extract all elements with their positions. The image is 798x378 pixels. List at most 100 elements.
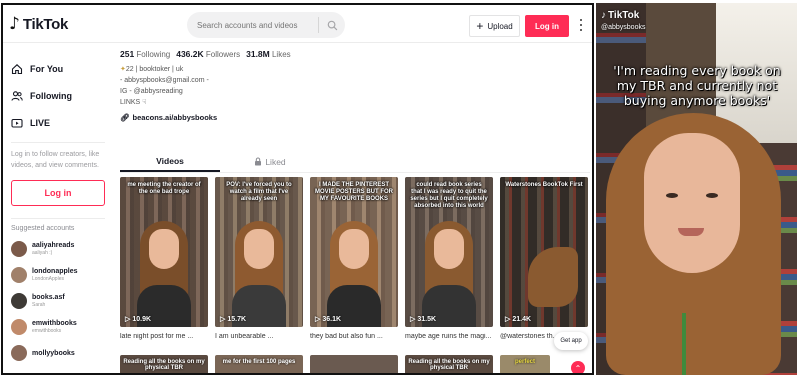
search-icon[interactable]	[319, 20, 345, 31]
video-thumbnail[interactable]: perfect	[500, 355, 550, 373]
suggested-account[interactable]: books.asf Sarah	[3, 288, 113, 314]
link-icon: 🔗︎	[120, 113, 130, 122]
video-overlay-text: me meeting the creator of the one bad tr…	[127, 182, 201, 195]
likes-stat: 31.8M Likes	[246, 49, 291, 59]
sidebar-divider	[11, 142, 105, 143]
view-count: ▷ 31.5K	[410, 315, 437, 324]
plus-icon: +	[476, 19, 484, 33]
account-sub: emwithbooks	[32, 328, 62, 334]
tiktok-logo[interactable]: ♪ TikTok	[9, 14, 68, 34]
more-options-icon[interactable]	[577, 17, 585, 33]
video-overlay-text: Waterstones BookTok First	[505, 182, 583, 188]
header-login-button[interactable]: Log in	[525, 15, 569, 37]
followers-stat: 436.2K Followers	[176, 49, 241, 59]
search-input[interactable]	[197, 20, 319, 30]
logo-text: TikTok	[22, 15, 69, 33]
nav-for-you[interactable]: For You	[3, 55, 113, 82]
account-name: mollyybooks	[32, 349, 75, 357]
sidebar-divider	[11, 218, 105, 219]
bio-line: IG - @abbysreading	[120, 88, 183, 95]
video-still-photo: ♪ TikTok @abbysbooks 'I'm reading every b…	[596, 3, 797, 375]
person-mouth	[678, 228, 704, 236]
scroll-top-icon[interactable]: ⌃	[571, 361, 585, 373]
tab-liked[interactable]: Liked	[220, 151, 320, 172]
nav-label: Following	[30, 90, 72, 101]
tabs-divider	[120, 172, 590, 173]
suggested-account[interactable]: aaliyahreads aaliyah :)	[3, 236, 113, 262]
video-thumbnail[interactable]: could read book series that I was ready …	[405, 177, 493, 327]
view-count: ▷ 15.7K	[220, 315, 247, 324]
profile-link-text: beacons.ai/abbysbooks	[132, 113, 218, 122]
lanyard	[682, 313, 686, 375]
account-name: emwithbooks	[32, 320, 77, 327]
top-bar: ♪ TikTok + Upload Log in	[3, 5, 592, 43]
account-sub: LondonApples	[32, 276, 64, 282]
profile-info: 251 Following 436.2K Followers 31.8M Lik…	[120, 49, 590, 122]
view-count: ▷ 21.4K	[505, 315, 532, 324]
bio-line: LINKS	[120, 99, 141, 106]
users-icon	[11, 90, 23, 101]
login-hint: Log in to follow creators, like videos, …	[11, 151, 100, 169]
tiktok-browser-screenshot: ♪ TikTok + Upload Log in For You Followi…	[1, 3, 594, 375]
tab-videos[interactable]: Videos	[120, 151, 220, 172]
suggested-account[interactable]: londonapples LondonApples	[3, 262, 113, 288]
nav-label: For You	[30, 63, 64, 74]
lock-icon	[255, 157, 262, 166]
sidebar: For You Following LIVE Log in to follow …	[3, 45, 113, 373]
video-thumbnail[interactable]: Reading all the books on my physical TBR	[405, 355, 493, 373]
account-name: londonapples	[32, 268, 78, 275]
suggested-account[interactable]: emwithbooks emwithbooks	[3, 314, 113, 340]
search-bar[interactable]	[187, 12, 345, 38]
account-name: aaliyahreads	[32, 242, 75, 249]
nav-following[interactable]: Following	[3, 82, 113, 109]
video-overlay-text: POV: I've forced you to watch a film tha…	[226, 182, 292, 202]
live-icon	[11, 118, 23, 128]
suggested-account[interactable]: mollyybooks	[3, 340, 113, 366]
view-count: ▷ 36.1K	[315, 315, 342, 324]
avatar	[11, 241, 27, 257]
music-note-icon: ♪	[9, 14, 20, 34]
video-overlay-caption: 'I'm reading every book on my TBR and cu…	[613, 63, 781, 108]
sidebar-login-button[interactable]: Log in	[11, 180, 105, 206]
get-app-button[interactable]: Get app	[554, 332, 588, 350]
video-title[interactable]: maybe age ruins the magi...	[405, 333, 493, 340]
nav-label: LIVE	[30, 117, 51, 128]
video-overlay-text	[310, 355, 398, 359]
bio-line: 22 | booktoker | uk	[125, 66, 184, 73]
video-title[interactable]: I am unbearable ...	[215, 333, 303, 340]
upload-label: Upload	[487, 21, 513, 31]
video-title[interactable]: late night post for me ...	[120, 333, 208, 340]
person-eye	[666, 193, 678, 198]
play-icon: ▷	[505, 316, 511, 323]
video-thumbnail[interactable]: me meeting the creator of the one bad tr…	[120, 177, 208, 327]
video-thumbnail[interactable]: Waterstones BookTok First ▷ 21.4K	[500, 177, 588, 327]
upload-button[interactable]: + Upload	[469, 15, 520, 37]
video-thumbnail[interactable]: me for the first 100 pages	[215, 355, 303, 373]
video-overlay-text: could read book series that I was ready …	[410, 182, 488, 209]
play-icon: ▷	[315, 316, 321, 323]
video-title[interactable]: they bad but also fun ...	[310, 333, 398, 340]
video-thumbnail[interactable]: Reading all the books on my physical TBR	[120, 355, 208, 373]
person-eye	[706, 193, 718, 198]
profile-stats: 251 Following 436.2K Followers 31.8M Lik…	[120, 49, 590, 59]
nav-live[interactable]: LIVE	[3, 109, 113, 136]
profile-bio: ✦22 | booktoker | uk - abbyspbooks@gmail…	[120, 64, 590, 108]
pointing-hand-icon: ☟	[142, 99, 147, 106]
video-overlay-text: perfect	[514, 359, 535, 365]
play-icon: ▷	[410, 316, 416, 323]
person-face	[644, 133, 740, 273]
profile-tabs: Videos Liked	[120, 151, 340, 172]
tiktok-watermark: ♪ TikTok	[601, 10, 640, 21]
account-sub: aaliyah :)	[32, 250, 53, 256]
video-thumbnail[interactable]	[310, 355, 398, 373]
video-thumbnail[interactable]: I MADE THE PINTEREST MOVIE POSTERS BUT F…	[310, 177, 398, 327]
video-thumbnail[interactable]: POV: I've forced you to watch a film tha…	[215, 177, 303, 327]
avatar	[11, 267, 27, 283]
music-note-icon: ♪	[601, 10, 606, 21]
suggested-accounts-title: Suggested accounts	[11, 225, 75, 232]
bio-line: - abbyspbooks@gmail.com -	[120, 77, 209, 84]
avatar	[11, 345, 27, 361]
video-overlay-text: I MADE THE PINTEREST MOVIE POSTERS BUT F…	[315, 182, 394, 202]
avatar	[11, 319, 27, 335]
profile-link[interactable]: 🔗︎ beacons.ai/abbysbooks	[120, 113, 590, 122]
